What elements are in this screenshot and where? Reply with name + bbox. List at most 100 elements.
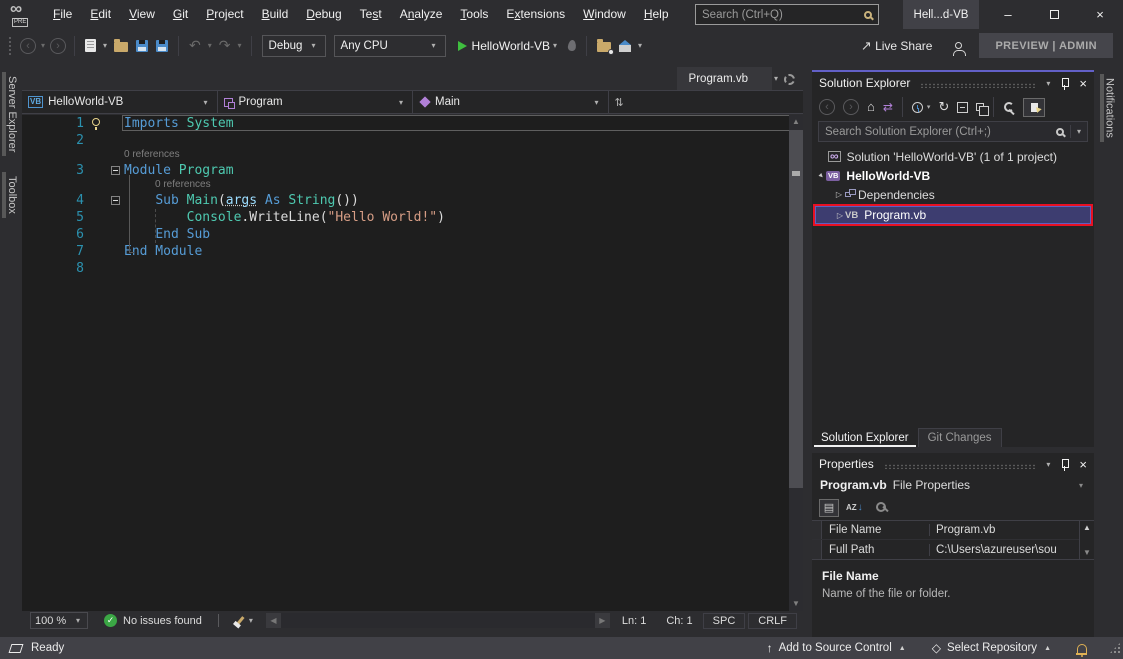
expander-collapsed-icon[interactable]: ▷ (834, 190, 844, 199)
tree-item-dependencies[interactable]: ▷ Dependencies (812, 185, 1094, 204)
menu-git[interactable]: Git (164, 0, 197, 29)
column-indicator[interactable]: Ch: 1 (666, 615, 692, 627)
code-editor[interactable]: 1 Imports System 2 0 references 3 Module… (22, 115, 803, 611)
menu-debug[interactable]: Debug (297, 0, 350, 29)
menu-tools[interactable]: Tools (451, 0, 497, 29)
pin-icon[interactable] (1060, 77, 1069, 90)
close-icon[interactable]: × (1079, 76, 1087, 91)
project-dropdown[interactable]: VB HelloWorld-VB ▾ (22, 91, 218, 113)
editor-gear-icon[interactable] (784, 74, 795, 85)
tree-item-project[interactable]: ▾ VB HelloWorld-VB (812, 166, 1094, 185)
undo-dropdown[interactable]: ▾ (208, 41, 212, 50)
open-file-button[interactable] (114, 39, 128, 52)
se-back-button[interactable]: ‹ (819, 99, 835, 115)
code-line-8[interactable]: 8 (22, 260, 803, 277)
scroll-up-arrow[interactable]: ▲ (1083, 523, 1091, 532)
scroll-up-arrow[interactable]: ▲ (789, 115, 803, 129)
tree-item-program-vb-selected[interactable]: ▷ VB Program.vb (813, 204, 1093, 226)
codelens-references[interactable]: 0 references (22, 149, 803, 162)
start-debugging-button[interactable]: HelloWorld-VB ▾ (458, 39, 560, 53)
scroll-right-arrow[interactable]: ▶ (595, 613, 610, 628)
pin-icon[interactable] (1060, 458, 1069, 471)
new-file-button[interactable] (85, 39, 96, 52)
scroll-left-arrow[interactable]: ◀ (266, 613, 281, 628)
zoom-level-dropdown[interactable]: 100 %▾ (30, 612, 88, 629)
categorized-view-button[interactable]: ▤ (819, 499, 839, 517)
find-in-files-button[interactable] (597, 39, 611, 52)
menu-file[interactable]: File (44, 0, 81, 29)
expander-collapsed-icon[interactable]: ▷ (835, 211, 845, 220)
code-cleanup-dropdown[interactable]: ▾ (249, 616, 253, 625)
property-pages-icon[interactable] (876, 501, 889, 514)
solution-explorer-home-button[interactable] (619, 39, 631, 52)
collapse-all-button[interactable] (957, 102, 968, 113)
panel-drag-grip[interactable] (884, 464, 1036, 469)
filter-dropdown[interactable]: ▾ (927, 103, 931, 111)
refresh-button[interactable]: ↻ (938, 100, 949, 114)
menu-help[interactable]: Help (635, 0, 678, 29)
minimize-button[interactable]: – (985, 0, 1031, 29)
editor-vertical-scrollbar[interactable]: ▲ ▼ (789, 115, 803, 611)
undo-button[interactable]: ↶ (189, 37, 201, 54)
menu-analyze[interactable]: Analyze (391, 0, 452, 29)
quick-search-input[interactable] (702, 9, 864, 21)
solution-explorer-search-input[interactable] (825, 126, 1056, 138)
solution-configuration-dropdown[interactable]: Debug▾ (262, 35, 326, 57)
tree-item-solution[interactable]: ∞ Solution 'HelloWorld-VB' (1 of 1 proje… (812, 147, 1094, 166)
start-debugging-dropdown[interactable]: ▾ (553, 41, 557, 50)
search-options-dropdown[interactable]: ▾ (1077, 127, 1081, 136)
preview-admin-button[interactable]: PREVIEW | ADMIN (979, 33, 1113, 58)
toolbox-tab[interactable]: Toolbox (2, 172, 20, 218)
properties-scrollbar[interactable]: ▲ ▼ (1079, 521, 1094, 559)
menu-view[interactable]: View (120, 0, 164, 29)
panel-drag-grip[interactable] (920, 83, 1035, 88)
tab-program-vb[interactable]: Program.vb (677, 67, 772, 90)
property-row-file-name[interactable]: File Name Program.vb (812, 521, 1079, 540)
se-forward-button[interactable]: › (843, 99, 859, 115)
code-line-1[interactable]: 1 Imports System (22, 115, 803, 132)
pending-changes-filter-icon[interactable] (912, 102, 923, 113)
preview-selected-items-button[interactable] (1023, 98, 1045, 117)
tab-solution-explorer[interactable]: Solution Explorer (812, 428, 918, 447)
code-line-3[interactable]: 3 Module Program (22, 162, 803, 179)
scrollbar-thumb[interactable] (789, 130, 803, 488)
space-mode-indicator[interactable]: SPC (703, 613, 746, 629)
issues-status[interactable]: No issues found (123, 615, 202, 627)
member-dropdown[interactable]: Main ▾ (413, 91, 609, 113)
fold-collapse-icon[interactable] (111, 166, 120, 175)
line-indicator[interactable]: Ln: 1 (622, 615, 646, 627)
hot-reload-button[interactable] (568, 40, 576, 51)
menu-project[interactable]: Project (197, 0, 252, 29)
editor-horizontal-scrollbar[interactable]: ◀ ▶ (266, 613, 610, 628)
menu-test[interactable]: Test (351, 0, 391, 29)
code-line-6[interactable]: 6 End Sub (22, 226, 803, 243)
panel-menu-dropdown[interactable]: ▾ (1046, 460, 1050, 469)
add-to-source-control-button[interactable]: ↑ Add to Source Control ▲ (767, 641, 906, 655)
code-line-5[interactable]: 5 Console.WriteLine("Hello World!") (22, 209, 803, 226)
navigate-back-dropdown[interactable]: ▾ (41, 41, 45, 50)
close-button[interactable]: × (1077, 0, 1123, 29)
lightbulb-icon[interactable] (92, 118, 100, 126)
property-row-full-path[interactable]: Full Path C:\Users\azureuser\sou (812, 540, 1079, 559)
type-dropdown[interactable]: Program ▾ (218, 91, 414, 113)
live-share-button[interactable]: ↗ Live Share (861, 38, 933, 54)
resize-grip[interactable] (1109, 642, 1121, 654)
menu-extensions[interactable]: Extensions (497, 0, 574, 29)
toolbar-grip[interactable] (9, 37, 13, 55)
menu-build[interactable]: Build (253, 0, 298, 29)
toolbar-overflow-dropdown[interactable]: ▾ (638, 41, 642, 50)
menu-edit[interactable]: Edit (81, 0, 120, 29)
properties-wrench-button[interactable] (1003, 101, 1015, 113)
feedback-icon[interactable] (955, 42, 962, 49)
save-all-button[interactable] (156, 40, 168, 52)
object-dropdown[interactable]: ▾ (1079, 481, 1083, 490)
navigate-forward-button[interactable]: › (50, 38, 66, 54)
quick-search-box[interactable] (695, 4, 879, 25)
fold-collapse-icon[interactable] (111, 196, 120, 205)
new-file-dropdown[interactable]: ▾ (103, 41, 107, 50)
scroll-down-arrow[interactable]: ▼ (789, 597, 803, 611)
save-button[interactable] (136, 40, 148, 52)
redo-dropdown[interactable]: ▾ (238, 41, 242, 50)
menu-window[interactable]: Window (574, 0, 635, 29)
properties-object-selector[interactable]: Program.vb File Properties ▾ (812, 475, 1094, 495)
